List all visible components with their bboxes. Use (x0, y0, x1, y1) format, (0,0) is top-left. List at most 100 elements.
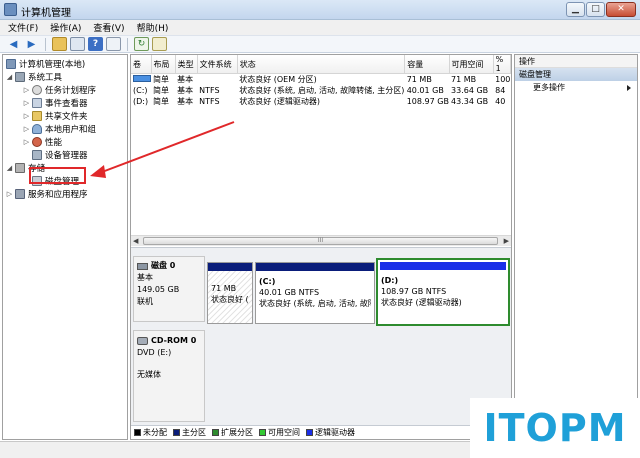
column-header-free-space[interactable]: 可用空间 (449, 55, 494, 74)
primary-partition-bar (208, 263, 252, 271)
tree-item-root[interactable]: 计算机管理(本地) (6, 57, 85, 70)
event-log-icon (32, 97, 42, 108)
legend-label: 逻辑驱动器 (315, 428, 355, 437)
partition-oem-size: 71 MB (211, 284, 237, 293)
layout-cell: 简单 (153, 86, 170, 95)
table-header-row: 卷 布局 类型 文件系统 状态 容量 可用空间 % 1 (131, 55, 512, 74)
help-icon[interactable]: ? (88, 37, 103, 51)
filesystem-cell: NTFS (199, 86, 220, 95)
partition-d-label: (D:) (381, 276, 399, 285)
filesystem-cell: NTFS (199, 97, 220, 106)
expand-arrow-icon[interactable]: ▷ (23, 138, 30, 146)
expand-arrow-icon[interactable]: ▷ (23, 125, 30, 133)
watermark-text: ITOPM (483, 406, 627, 450)
storage-icon (15, 162, 25, 173)
collapse-arrow-icon[interactable]: ◢ (6, 73, 13, 81)
menu-help[interactable]: 帮助(H) (137, 21, 169, 34)
legend-label: 主分区 (182, 428, 206, 437)
primary-partition-bar (256, 263, 374, 271)
type-cell: 基本 (177, 75, 194, 84)
column-header-status[interactable]: 状态 (237, 55, 406, 74)
tree-item-local-users[interactable]: ▷ 本地用户和组 (23, 122, 96, 135)
maximize-button[interactable]: □ (586, 2, 605, 17)
disk-0-label[interactable]: 磁盘 0 基本 149.05 GB 联机 (133, 256, 205, 322)
menu-view[interactable]: 查看(V) (93, 21, 124, 34)
tree-item-event-viewer[interactable]: ▷ 事件查看器 (23, 96, 88, 109)
window-controls: ▁ □ ✕ (566, 2, 636, 17)
partition-d-status: 状态良好 (逻辑驱动器) (381, 298, 462, 307)
column-header-capacity[interactable]: 容量 (404, 55, 450, 74)
filesystem-cell (197, 74, 237, 86)
tree-item-performance[interactable]: ▷ 性能 (23, 135, 62, 148)
partition-c-status: 状态良好 (系统, 启动, 活动, 故障转 (259, 299, 371, 308)
folder-up-icon[interactable] (52, 37, 67, 51)
forward-icon[interactable]: ▶ (24, 37, 39, 51)
tree-label-system-tools: 系统工具 (28, 72, 63, 83)
cdrom-0-status: 无媒体 (137, 370, 161, 379)
tree-item-device-manager[interactable]: 设备管理器 (32, 148, 88, 161)
expand-arrow-icon[interactable]: ▷ (23, 99, 30, 107)
export-icon[interactable] (152, 37, 167, 51)
scroll-right-icon[interactable]: ▶ (504, 237, 509, 245)
scrollbar-thumb[interactable]: III (143, 237, 498, 245)
table-row[interactable]: (C:) 简单 基本 NTFS 状态良好 (系统, 启动, 活动, 故障转储, … (131, 85, 511, 96)
expand-arrow-icon[interactable]: ▷ (6, 190, 13, 198)
minimize-button[interactable]: ▁ (566, 2, 585, 17)
tree-label-local-users: 本地用户和组 (45, 124, 97, 135)
partition-c-size: 40.01 GB NTFS (259, 288, 320, 297)
legend-swatch (134, 429, 141, 436)
expand-arrow-icon[interactable]: ▷ (23, 86, 30, 94)
legend-item-primary: 主分区 (173, 427, 206, 438)
tree-item-system-tools[interactable]: ◢ 系统工具 (6, 70, 62, 83)
more-actions-link[interactable]: 更多操作 (515, 81, 637, 94)
column-header-layout[interactable]: 布局 (151, 55, 176, 74)
close-button[interactable]: ✕ (606, 2, 636, 17)
tree-label-event-viewer: 事件查看器 (45, 98, 88, 109)
tree-item-shared-folders[interactable]: ▷ 共享文件夹 (23, 109, 88, 122)
expand-arrow-icon[interactable]: ▷ (23, 112, 30, 120)
disk-0-size: 149.05 GB (137, 285, 180, 294)
partition-d[interactable]: (D:) 108.97 GB NTFS 状态良好 (逻辑驱动器) (376, 258, 510, 326)
column-header-type[interactable]: 类型 (175, 55, 198, 74)
partition-c[interactable]: (C:) 40.01 GB NTFS 状态良好 (系统, 启动, 活动, 故障转 (255, 262, 375, 324)
partition-oem-status: 状态良好 (O (211, 295, 249, 304)
tree-item-services[interactable]: ▷ 服务和应用程序 (6, 187, 88, 200)
cdrom-0-label[interactable]: CD-ROM 0 DVD (E:) 无媒体 (133, 330, 205, 422)
percent-free-cell: 100 (495, 75, 511, 84)
menu-file[interactable]: 文件(F) (8, 21, 38, 34)
table-row[interactable]: 简单 基本 状态良好 (OEM 分区) 71 MB 71 MB 100 (131, 74, 511, 86)
menu-action[interactable]: 操作(A) (50, 21, 81, 34)
actions-section-disk-management[interactable]: 磁盘管理 (515, 68, 637, 81)
capacity-cell: 40.01 GB (406, 86, 444, 95)
column-header-filesystem[interactable]: 文件系统 (197, 55, 238, 74)
disk-map: 磁盘 0 基本 149.05 GB 联机 71 MB 状态良好 (O (C:) … (131, 247, 511, 439)
type-cell: 基本 (177, 97, 194, 106)
services-icon (15, 188, 25, 199)
table-row[interactable]: (D:) 简单 基本 NTFS 状态良好 (逻辑驱动器) 108.97 GB 4… (131, 96, 511, 107)
legend-item-free-space: 可用空间 (259, 427, 300, 438)
column-header-percent-free[interactable]: % 1 (493, 55, 512, 74)
volume-cell: (D:) (133, 97, 149, 106)
collapse-arrow-icon[interactable]: ◢ (6, 164, 13, 172)
menu-bar: 文件(F) 操作(A) 查看(V) 帮助(H) (0, 20, 640, 35)
logical-drive-bar (380, 262, 506, 270)
tree-label-shared-folders: 共享文件夹 (45, 111, 88, 122)
title-bar: 计算机管理 ▁ □ ✕ (0, 0, 640, 20)
performance-icon (32, 136, 42, 147)
actions-pane: 操作 磁盘管理 更多操作 (514, 54, 638, 440)
tree-item-task-scheduler[interactable]: ▷ 任务计划程序 (23, 83, 96, 96)
properties-icon[interactable] (106, 37, 121, 51)
partition-d-body: (D:) 108.97 GB NTFS 状态良好 (逻辑驱动器) (378, 272, 508, 310)
percent-free-cell: 84 (495, 86, 506, 95)
partition-oem[interactable]: 71 MB 状态良好 (O (207, 262, 253, 324)
horizontal-scrollbar[interactable]: ◀ III ▶ (131, 235, 511, 246)
scroll-left-icon[interactable]: ◀ (133, 237, 138, 245)
free-space-cell: 33.64 GB (451, 86, 489, 95)
cdrom-0-type: DVD (E:) (137, 348, 172, 357)
refresh-icon[interactable]: ↻ (134, 37, 149, 51)
back-icon[interactable]: ◀ (6, 37, 21, 51)
volume-table: 卷 布局 类型 文件系统 状态 容量 可用空间 % 1 简单 基本 状态良好 (… (131, 55, 512, 107)
cdrom-0-name: CD-ROM 0 (151, 336, 197, 345)
console-tree-icon[interactable] (70, 37, 85, 51)
column-header-volume[interactable]: 卷 (131, 55, 152, 74)
